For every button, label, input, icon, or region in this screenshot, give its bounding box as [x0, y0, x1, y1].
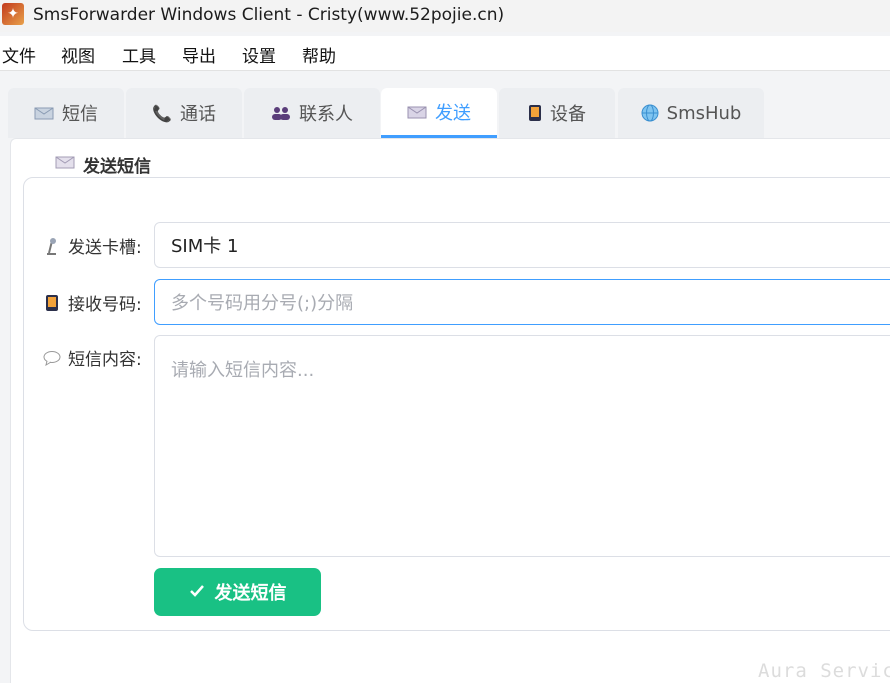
app-logo-icon: ✦ [2, 3, 24, 25]
satellite-antenna-icon [42, 237, 62, 255]
tab-contacts-label: 联系人 [299, 104, 353, 125]
menu-help[interactable]: 帮助 [302, 42, 336, 67]
sim-slot-value: SIM卡 1 [171, 236, 239, 257]
tab-device[interactable]: 设备 [499, 88, 615, 138]
tab-send[interactable]: 发送 [381, 88, 497, 138]
sms-icon [34, 105, 54, 121]
send-sms-button[interactable]: 发送短信 [154, 568, 321, 616]
sms-content-placeholder: 请输入短信内容... [171, 360, 315, 381]
sms-content-textarea[interactable]: 请输入短信内容... [154, 335, 890, 557]
tab-sms[interactable]: 短信 [8, 88, 124, 138]
tab-calls[interactable]: 📞 通话 [126, 88, 242, 138]
sim-slot-label: 发送卡槽: [42, 233, 142, 258]
menu-view[interactable]: 视图 [61, 42, 95, 67]
device-icon [42, 294, 62, 312]
title-bar: ✦ SmsForwarder Windows Client - Cristy(w… [0, 0, 890, 32]
tab-send-label: 发送 [435, 102, 471, 124]
sim-slot-label-text: 发送卡槽: [68, 238, 142, 258]
section-header: 发送短信 [55, 152, 151, 177]
tab-smshub[interactable]: SmsHub [618, 88, 764, 138]
device-icon [528, 104, 542, 122]
tab-device-label: 设备 [550, 104, 586, 125]
speech-bubble-icon [42, 350, 62, 366]
tab-sms-label: 短信 [62, 104, 98, 125]
send-sms-button-label: 发送短信 [214, 583, 287, 604]
content-label: 短信内容: [42, 345, 142, 370]
window-title: SmsForwarder Windows Client - Cristy(www… [33, 5, 505, 25]
section-title: 发送短信 [83, 157, 151, 177]
watermark-text: Aura Service [758, 660, 890, 682]
globe-icon [641, 104, 659, 122]
menu-export[interactable]: 导出 [182, 42, 216, 67]
tab-smshub-label: SmsHub [666, 102, 742, 124]
tab-calls-label: 通话 [179, 104, 216, 125]
tab-contacts[interactable]: 联系人 [244, 88, 380, 138]
check-icon [189, 583, 205, 602]
phone-number-placeholder: 多个号码用分号(;)分隔 [171, 293, 354, 314]
sim-slot-select[interactable]: SIM卡 1 [154, 222, 890, 268]
content-label-text: 短信内容: [68, 350, 142, 370]
menu-file[interactable]: 文件 [2, 42, 36, 67]
menu-settings[interactable]: 设置 [242, 42, 276, 67]
menu-tools[interactable]: 工具 [122, 42, 156, 67]
phone-label: 接收号码: [42, 290, 142, 315]
phone-number-input[interactable]: 多个号码用分号(;)分隔 [154, 279, 890, 325]
phone-icon: 📞 [152, 103, 172, 123]
tab-bar: 短信 📞 通话 联系人 发送 设备 SmsHub [8, 88, 890, 138]
envelope-icon [55, 154, 75, 175]
contacts-icon [271, 105, 291, 121]
envelope-icon [407, 104, 427, 120]
phone-label-text: 接收号码: [68, 295, 142, 315]
menu-bar: 文件 视图 工具 导出 设置 帮助 [0, 36, 890, 71]
